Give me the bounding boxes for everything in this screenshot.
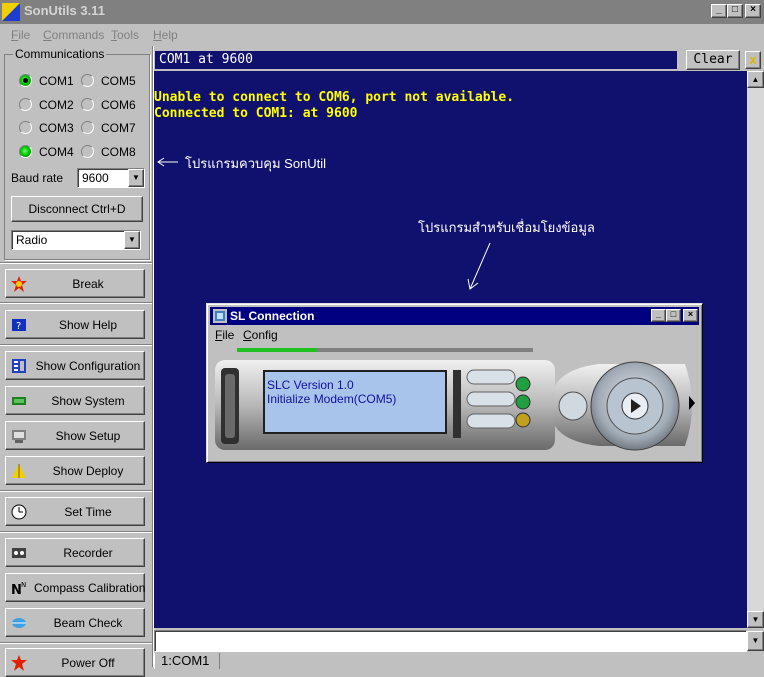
radio-indicator <box>19 121 32 134</box>
scroll-down-icon[interactable]: ▼ <box>747 611 764 628</box>
chevron-down-icon[interactable]: ▼ <box>128 169 144 187</box>
power-off-button[interactable]: Power Off <box>5 648 145 677</box>
sonutil-annotation: โปรแกรมควบคุม SonUtil <box>185 156 327 171</box>
break-button[interactable]: Break <box>5 269 145 298</box>
show-system-button[interactable]: Show System <box>5 386 145 415</box>
arrow-left-icon <box>157 157 178 167</box>
sl-lcd-display: SLC Version 1.0 Initialize Modem(COM5) <box>263 370 447 434</box>
separator <box>0 344 153 346</box>
show-setup-button[interactable]: Show Setup <box>5 421 145 450</box>
terminal-line: Unable to connect to COM6, port not avai… <box>154 90 515 105</box>
beam-icon <box>12 618 26 628</box>
terminal-header: COM1 at 9600 Clear x <box>154 49 764 71</box>
compass-icon: NN <box>11 581 26 596</box>
scroll-up-icon[interactable]: ▲ <box>747 71 764 88</box>
device-select[interactable]: Radio ▼ <box>11 230 141 250</box>
lcd-line: SLC Version 1.0 <box>267 378 354 392</box>
vertical-scrollbar[interactable]: ▲ ▼ <box>747 71 764 628</box>
radio-indicator <box>19 145 32 158</box>
svg-text:?: ? <box>16 321 21 332</box>
show-deploy-button[interactable]: Show Deploy <box>5 456 145 485</box>
sl-menu-file[interactable]: File <box>215 328 234 342</box>
sl-title-bar: SL Connection _ □ × <box>210 307 699 325</box>
chevron-down-icon[interactable]: ▼ <box>124 231 140 249</box>
disconnect-button[interactable]: Disconnect Ctrl+D <box>11 196 143 222</box>
break-icon <box>11 276 27 292</box>
sl-device-panel: SLC Version 1.0 Initialize Modem(COM5) <box>215 346 699 458</box>
help-icon: ? <box>12 319 26 332</box>
menu-file[interactable]: File <box>11 28 30 42</box>
minimize-button[interactable]: _ <box>711 4 727 18</box>
configuration-icon <box>12 359 26 373</box>
separator <box>0 642 153 644</box>
title-bar: SonUtils 3.11 _ □ × <box>0 0 764 24</box>
separator <box>0 262 153 264</box>
sl-connection-window[interactable]: SL Connection _ □ × File Config SLC Vers… <box>206 303 703 463</box>
slc-annotation: โปรแกรมสำหรับเชื่อมโยงข้อมูล <box>418 220 595 235</box>
terminal-line: Connected to COM1: at 9600 <box>154 106 358 121</box>
command-input[interactable] <box>154 630 747 652</box>
radio-indicator <box>81 145 94 158</box>
radio-indicator <box>19 74 32 87</box>
beam-check-button[interactable]: Beam Check <box>5 608 145 637</box>
chevron-down-icon[interactable]: ▼ <box>747 631 764 651</box>
radio-indicator <box>81 121 94 134</box>
compass-calibration-button[interactable]: NN Compass Calibration <box>5 573 145 602</box>
sl-window-title: SL Connection <box>230 309 315 323</box>
clock-icon <box>11 504 27 520</box>
radio-indicator <box>81 98 94 111</box>
recorder-button[interactable]: Recorder <box>5 538 145 567</box>
separator <box>0 531 153 533</box>
setup-icon <box>12 430 26 443</box>
show-help-button[interactable]: ? Show Help <box>5 310 145 339</box>
system-icon <box>12 397 26 405</box>
radio-indicator <box>81 74 94 87</box>
sl-app-icon <box>213 309 227 323</box>
communications-group: Communications COM1 COM5 COM2 COM6 COM3 … <box>4 47 150 260</box>
sl-close-button[interactable]: × <box>683 309 698 322</box>
menu-commands[interactable]: Commands <box>43 28 104 42</box>
lcd-line: Initialize Modem(COM5) <box>267 392 397 406</box>
separator <box>0 490 153 492</box>
app-icon <box>2 3 20 21</box>
recorder-icon <box>12 548 26 558</box>
arrow-down-icon <box>467 242 491 290</box>
communications-legend: Communications <box>13 47 107 61</box>
close-terminal-icon[interactable]: x <box>745 51 761 69</box>
maximize-button[interactable]: □ <box>727 4 743 18</box>
deploy-icon <box>12 464 26 478</box>
menu-help[interactable]: Help <box>153 28 178 42</box>
sl-maximize-button[interactable]: □ <box>666 309 681 322</box>
separator <box>0 302 153 304</box>
baud-rate-label: Baud rate <box>11 171 64 185</box>
clear-button[interactable]: Clear <box>686 50 740 70</box>
menu-tools[interactable]: Tools <box>111 28 139 42</box>
set-time-button[interactable]: Set Time <box>5 497 145 526</box>
close-button[interactable]: × <box>745 4 761 18</box>
port-status-label: COM1 at 9600 <box>154 50 678 70</box>
power-off-icon <box>11 655 27 671</box>
window-title: SonUtils 3.11 <box>24 3 105 18</box>
show-configuration-button[interactable]: Show Configuration <box>5 351 145 380</box>
sl-menu-config[interactable]: Config <box>243 328 278 342</box>
svg-text:N: N <box>21 581 26 589</box>
menu-bar: File Commands Tools Help <box>0 24 764 46</box>
baud-rate-select[interactable]: 9600 ▼ <box>77 168 145 188</box>
radio-indicator <box>19 98 32 111</box>
sl-minimize-button[interactable]: _ <box>651 309 666 322</box>
